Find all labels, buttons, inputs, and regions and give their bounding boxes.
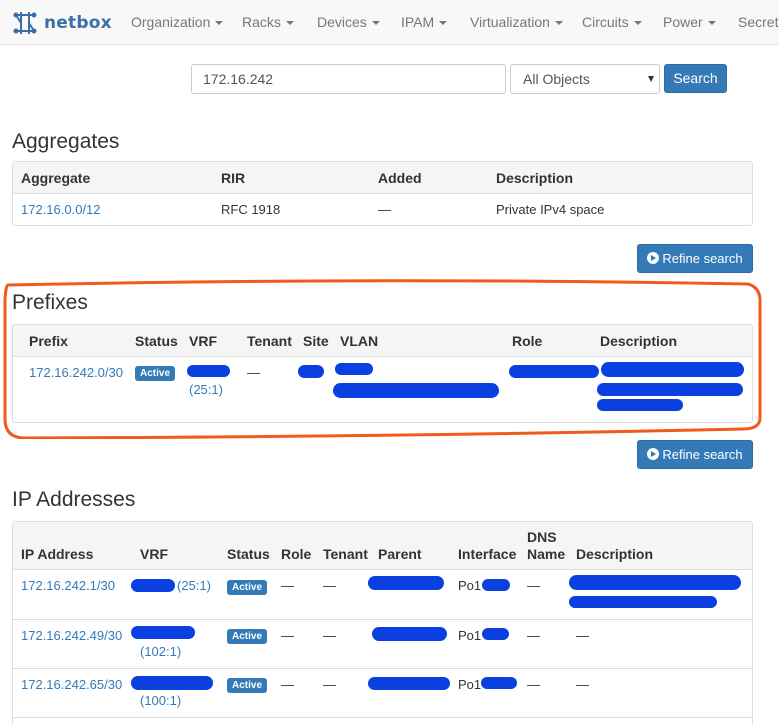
aggregates-table-header: Aggregate RIR Added Description [13,162,752,194]
redaction [569,596,717,608]
nav-organization[interactable]: Organization [131,14,224,30]
brand-logo[interactable]: netbox [12,10,112,36]
aggregate-link[interactable]: 172.16.0.0/12 [21,202,101,217]
aggregates-table: Aggregate RIR Added Description 172.16.0… [12,161,753,226]
ip-dns-name: — [527,677,540,692]
redaction [131,579,175,592]
redaction [372,627,447,641]
netbox-logo-icon [13,12,37,34]
col-role: Role [281,546,312,562]
nav-secrets[interactable]: Secrets [738,14,779,30]
search-button[interactable]: Search [664,64,727,93]
col-rir: RIR [221,170,246,186]
caret-down-icon [633,21,642,26]
ip-vrf-rd[interactable]: (102:1) [140,644,181,659]
ip-role: — [281,628,294,643]
nav-ipam[interactable]: IPAM [401,14,448,30]
ip-interface[interactable]: Po1 [458,677,481,692]
ip-address-link[interactable]: 172.16.242.65/30 [21,677,122,692]
redaction [131,626,195,639]
col-dns: DNS [527,529,557,545]
search-scope-value: All Objects [523,71,590,87]
nav-devices[interactable]: Devices [317,14,380,30]
caret-down-icon [707,21,716,26]
ip-tenant: — [323,628,336,643]
ip-vrf-rd[interactable]: (25:1) [177,578,211,593]
refine-search-aggregates-button[interactable]: Refine search [637,244,753,273]
caret-down-icon [285,21,294,26]
search-scope-select[interactable]: All Objects [510,64,660,94]
row-divider [13,619,752,620]
dropdown-arrow-icon [648,76,654,82]
status-badge: Active [227,580,268,595]
col-parent: Parent [378,546,422,562]
brand-name: netbox [44,13,112,33]
nav-power[interactable]: Power [663,14,716,30]
ip-interface[interactable]: Po1 [458,578,481,593]
arrow-circle-right-icon [647,448,660,460]
caret-down-icon [554,21,563,26]
ip-role: — [281,677,294,692]
navbar: netbox Organization Racks Devices IPAM V… [0,0,779,45]
aggregates-title: Aggregates [12,130,120,153]
status-badge: Active [227,629,268,644]
ip-vrf-rd[interactable]: (100:1) [140,693,181,708]
aggregate-rir: RFC 1918 [221,202,281,217]
redaction [482,579,510,591]
status-badge: Active [227,678,268,693]
aggregate-description: Private IPv4 space [496,202,605,217]
ip-address-link[interactable]: 172.16.242.49/30 [21,628,122,643]
ip-tenant: — [323,677,336,692]
caret-down-icon [215,21,224,26]
redaction [481,677,517,689]
ip-addresses-table-header: IP Address VRF Status Role Tenant Parent… [13,522,752,570]
redaction [368,677,450,690]
ip-dns-name: — [527,578,540,593]
col-interface: Interface [458,546,517,562]
col-aggregate: Aggregate [21,170,91,186]
ip-addresses-table: IP Address VRF Status Role Tenant Parent… [12,521,753,724]
ip-dns-name: — [527,628,540,643]
col-ip-address: IP Address [21,546,94,562]
redaction [131,676,213,690]
ip-address-link[interactable]: 172.16.242.1/30 [21,578,115,593]
nav-racks[interactable]: Racks [242,14,294,30]
col-description: Description [496,170,574,186]
row-divider [13,668,752,669]
aggregate-added: — [378,202,391,217]
search-input[interactable] [191,64,506,94]
annotation-highlight [3,279,762,439]
refine-search-prefixes-button[interactable]: Refine search [637,440,753,469]
redaction [482,628,509,640]
redaction [569,575,741,590]
col-vrf: VRF [140,546,168,562]
ip-description: — [576,677,589,692]
nav-circuits[interactable]: Circuits [582,14,642,30]
redaction [368,576,444,590]
ip-interface[interactable]: Po1 [458,628,481,643]
row-divider [13,717,752,718]
col-added: Added [378,170,422,186]
ip-addresses-title: IP Addresses [12,488,136,511]
nav-virtualization[interactable]: Virtualization [470,14,563,30]
col-status: Status [227,546,270,562]
col-tenant: Tenant [323,546,368,562]
col-description: Description [576,546,654,562]
ip-description: — [576,628,589,643]
ip-role: — [281,578,294,593]
ip-tenant: — [323,578,336,593]
arrow-circle-right-icon [647,252,660,264]
col-dns-name: Name [527,546,566,562]
caret-down-icon [439,21,448,26]
caret-down-icon [371,21,380,26]
